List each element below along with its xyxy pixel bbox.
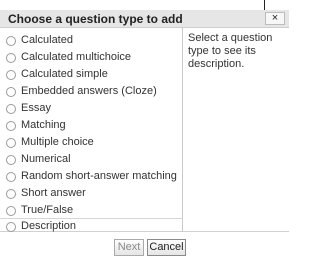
option-embedded-answers-cloze[interactable]: Embedded answers (Cloze) — [0, 83, 183, 100]
radio-icon[interactable] — [6, 154, 16, 165]
option-label: Calculated multichoice — [21, 51, 132, 63]
question-type-list: Calculated Calculated multichoice Calcul… — [0, 28, 183, 232]
close-icon: × — [271, 12, 279, 24]
option-random-short-answer-matching[interactable]: Random short-answer matching — [0, 168, 183, 185]
option-label: Matching — [21, 119, 66, 131]
option-calculated-simple[interactable]: Calculated simple — [0, 66, 183, 83]
option-calculated[interactable]: Calculated — [0, 32, 183, 49]
dialog-title: Choose a question type to add — [8, 12, 183, 26]
dialog-footer: Next Cancel — [0, 232, 289, 261]
option-multiple-choice[interactable]: Multiple choice — [0, 134, 183, 151]
radio-icon[interactable] — [6, 120, 16, 131]
option-true-false[interactable]: True/False — [0, 202, 183, 219]
option-label: Calculated simple — [21, 68, 108, 80]
option-label: Numerical — [21, 153, 71, 165]
option-numerical[interactable]: Numerical — [0, 151, 183, 168]
option-label: Embedded answers (Cloze) — [21, 85, 157, 97]
radio-icon[interactable] — [6, 205, 16, 216]
dialog-content: Calculated Calculated multichoice Calcul… — [0, 28, 289, 232]
radio-icon[interactable] — [6, 35, 16, 46]
question-type-description: Select a question type to see its descri… — [188, 32, 273, 70]
option-label: Calculated — [21, 34, 73, 46]
option-label: True/False — [21, 204, 74, 216]
close-button[interactable]: × — [265, 12, 285, 25]
radio-icon[interactable] — [6, 188, 16, 199]
option-essay[interactable]: Essay — [0, 100, 183, 117]
dialog-header: Choose a question type to add × — [0, 10, 289, 28]
option-label: Multiple choice — [21, 136, 94, 148]
option-calculated-multichoice[interactable]: Calculated multichoice — [0, 49, 183, 66]
radio-icon[interactable] — [6, 221, 16, 232]
radio-icon[interactable] — [6, 103, 16, 114]
option-matching[interactable]: Matching — [0, 117, 183, 134]
radio-icon[interactable] — [6, 137, 16, 148]
radio-icon[interactable] — [6, 86, 16, 97]
radio-icon[interactable] — [6, 52, 16, 63]
option-label: Short answer — [21, 187, 86, 199]
radio-icon[interactable] — [6, 171, 16, 182]
background-edge — [264, 0, 277, 10]
option-label: Essay — [21, 102, 51, 114]
cancel-button[interactable]: Cancel — [147, 239, 186, 256]
next-button[interactable]: Next — [114, 239, 144, 256]
option-short-answer[interactable]: Short answer — [0, 185, 183, 202]
option-label: Random short-answer matching — [21, 170, 177, 182]
question-type-dialog: Choose a question type to add × Calculat… — [0, 0, 289, 261]
radio-icon[interactable] — [6, 69, 16, 80]
